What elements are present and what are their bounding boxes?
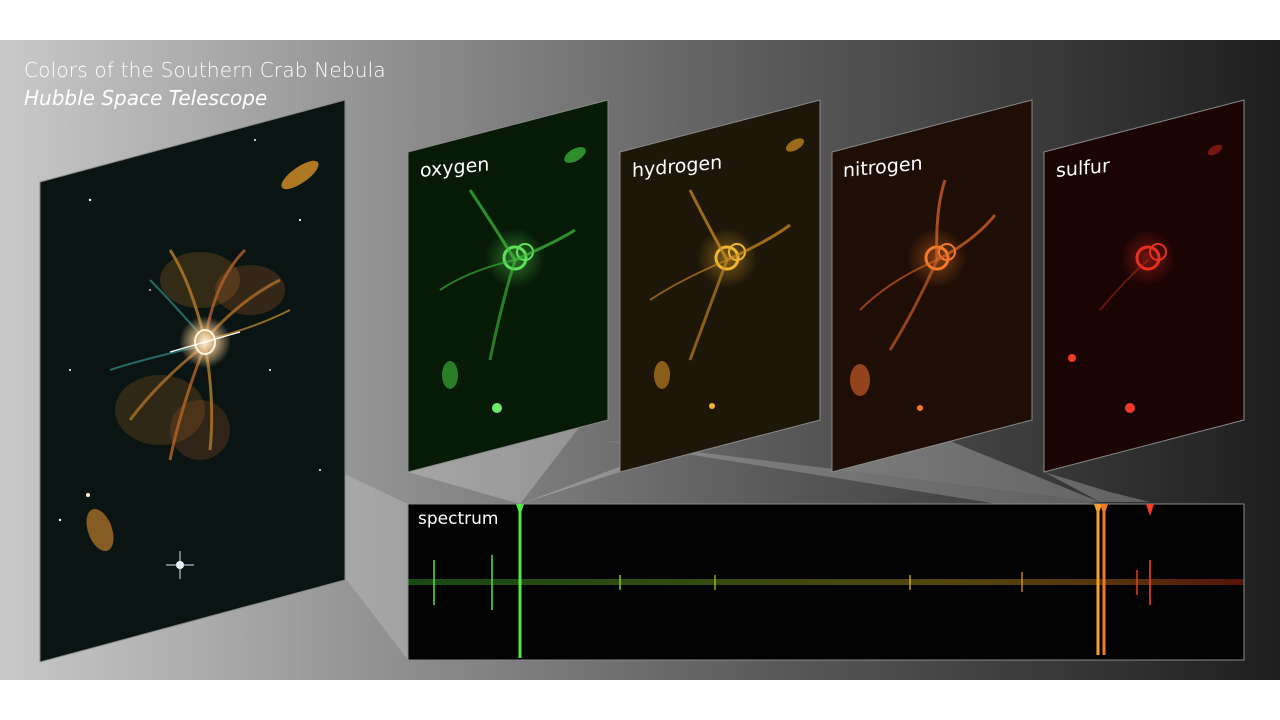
sulfur-panel [1043,99,1245,473]
figure-stage: Colors of the Southern Crab Nebula Hubbl… [0,40,1280,680]
figure-subtitle: Hubble Space Telescope [24,86,268,110]
figure-graphics [39,99,1245,663]
spectrum-panel [407,503,1245,661]
nitrogen-panel [831,99,1033,473]
main-nebula-panel [39,99,346,663]
figure-title: Colors of the Southern Crab Nebula [24,58,386,82]
spectrum-label: spectrum [418,509,499,529]
title-block: Colors of the Southern Crab Nebula Hubbl… [24,58,386,110]
oxygen-panel [407,99,609,473]
